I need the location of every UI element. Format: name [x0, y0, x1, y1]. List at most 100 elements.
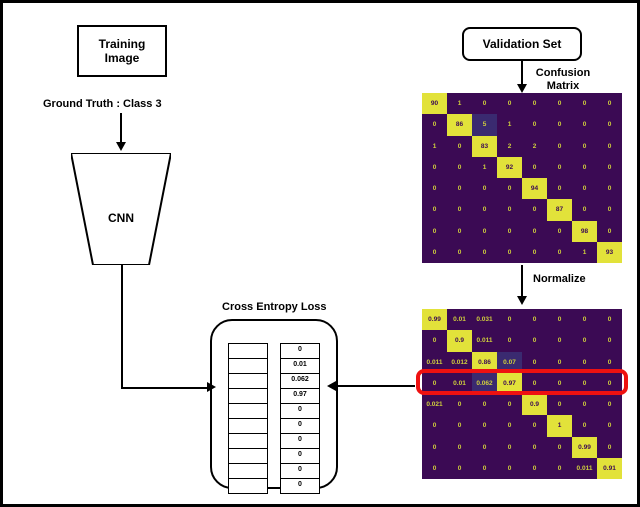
matrix-cell: 0 — [447, 242, 472, 263]
matrix-cell: 0 — [547, 330, 572, 351]
matrix-cell: 0 — [497, 242, 522, 263]
matrix-cell: 0 — [447, 178, 472, 199]
matrix-cell: 0 — [522, 157, 547, 178]
matrix-cell: 0 — [547, 114, 572, 135]
cell — [228, 418, 268, 434]
matrix-cell: 0 — [497, 437, 522, 458]
diagram-canvas: Training Image Ground Truth : Class 3 CN… — [0, 0, 640, 507]
matrix-cell: 0.9 — [522, 394, 547, 415]
matrix-cell: 0.99 — [572, 437, 597, 458]
matrix-cell: 0 — [572, 114, 597, 135]
matrix-cell: 0 — [472, 178, 497, 199]
matrix-cell: 0 — [422, 199, 447, 220]
matrix-cell: 1 — [547, 415, 572, 436]
matrix-cell: 0 — [422, 114, 447, 135]
matrix-cell: 0 — [447, 136, 472, 157]
matrix-cell: 0 — [472, 415, 497, 436]
cell: 0.062 — [280, 373, 320, 389]
matrix-cell: 0 — [547, 437, 572, 458]
cell: 0.97 — [280, 388, 320, 404]
cell: 0 — [280, 433, 320, 449]
matrix-cell: 0 — [572, 309, 597, 330]
cell — [228, 388, 268, 404]
matrix-cell: 0 — [497, 415, 522, 436]
cm-label-l1: Confusion — [536, 67, 590, 79]
matrix-cell: 0 — [497, 221, 522, 242]
matrix-cell: 0 — [522, 309, 547, 330]
matrix-cell: 93 — [597, 242, 622, 263]
matrix-cell: 0 — [447, 415, 472, 436]
cross-entropy-label: Cross Entropy Loss — [222, 301, 327, 313]
matrix-cell: 0 — [547, 309, 572, 330]
cm-label-l2: Matrix — [547, 80, 579, 92]
matrix-cell: 0 — [597, 178, 622, 199]
matrix-cell: 0 — [497, 93, 522, 114]
training-image-l1: Training — [99, 37, 146, 51]
matrix-cell: 92 — [497, 157, 522, 178]
matrix-cell: 0 — [447, 458, 472, 479]
matrix-cell: 0.021 — [422, 394, 447, 415]
arrow-cnn-down — [121, 265, 123, 387]
matrix-cell: 0 — [547, 178, 572, 199]
matrix-cell: 0 — [472, 437, 497, 458]
cnn-block: CNN — [71, 153, 171, 265]
matrix-cell: 0 — [572, 394, 597, 415]
matrix-cell: 0 — [472, 394, 497, 415]
matrix-cell: 0 — [447, 157, 472, 178]
matrix-cell: 0.011 — [472, 330, 497, 351]
matrix-cell: 0 — [597, 437, 622, 458]
matrix-cell: 0 — [497, 178, 522, 199]
matrix-cell: 0 — [497, 458, 522, 479]
matrix-cell: 1 — [422, 136, 447, 157]
matrix-cell: 0 — [497, 199, 522, 220]
predictions-column — [228, 343, 268, 494]
matrix-cell: 0 — [547, 136, 572, 157]
cell: 0 — [280, 463, 320, 479]
matrix-cell: 0 — [522, 437, 547, 458]
matrix-cell: 0 — [597, 136, 622, 157]
matrix-cell: 0.99 — [422, 309, 447, 330]
cell: 0 — [280, 403, 320, 419]
matrix-cell: 0 — [472, 242, 497, 263]
matrix-cell: 0 — [522, 199, 547, 220]
matrix-cell: 0 — [597, 309, 622, 330]
matrix-cell: 0.011 — [572, 458, 597, 479]
training-image-l2: Image — [105, 51, 140, 65]
matrix-cell: 2 — [497, 136, 522, 157]
matrix-cell: 0 — [572, 157, 597, 178]
matrix-cell: 0 — [597, 330, 622, 351]
cell — [228, 403, 268, 419]
matrix-cell: 0 — [422, 221, 447, 242]
matrix-cell: 0 — [522, 458, 547, 479]
matrix-cell: 0 — [597, 415, 622, 436]
matrix-cell: 0 — [572, 330, 597, 351]
matrix-cell: 0 — [597, 93, 622, 114]
matrix-cell: 94 — [522, 178, 547, 199]
matrix-cell: 0 — [422, 242, 447, 263]
normalize-label: Normalize — [533, 273, 586, 285]
confusion-matrix-raw: 9010000000865100001083220000019200000000… — [422, 93, 622, 263]
cell — [228, 448, 268, 464]
matrix-cell: 0 — [422, 437, 447, 458]
matrix-cell: 0 — [447, 394, 472, 415]
matrix-cell: 0 — [522, 93, 547, 114]
cell — [228, 373, 268, 389]
matrix-cell: 0 — [547, 242, 572, 263]
matrix-cell: 0 — [597, 199, 622, 220]
row-vector-column: 00.010.0620.97000000 — [280, 343, 320, 494]
matrix-cell: 86 — [447, 114, 472, 135]
cell: 0 — [280, 343, 320, 359]
matrix-cell: 5 — [472, 114, 497, 135]
cell: 0 — [280, 418, 320, 434]
matrix-cell: 0 — [472, 458, 497, 479]
matrix-cell: 0 — [547, 157, 572, 178]
matrix-cell: 2 — [522, 136, 547, 157]
matrix-cell: 83 — [472, 136, 497, 157]
confusion-matrix-label: Confusion Matrix — [523, 67, 603, 93]
matrix-cell: 90 — [422, 93, 447, 114]
matrix-cell: 0 — [422, 157, 447, 178]
matrix-cell: 0 — [547, 221, 572, 242]
cell — [228, 478, 268, 494]
matrix-cell: 0 — [472, 199, 497, 220]
matrix-cell: 0 — [572, 415, 597, 436]
